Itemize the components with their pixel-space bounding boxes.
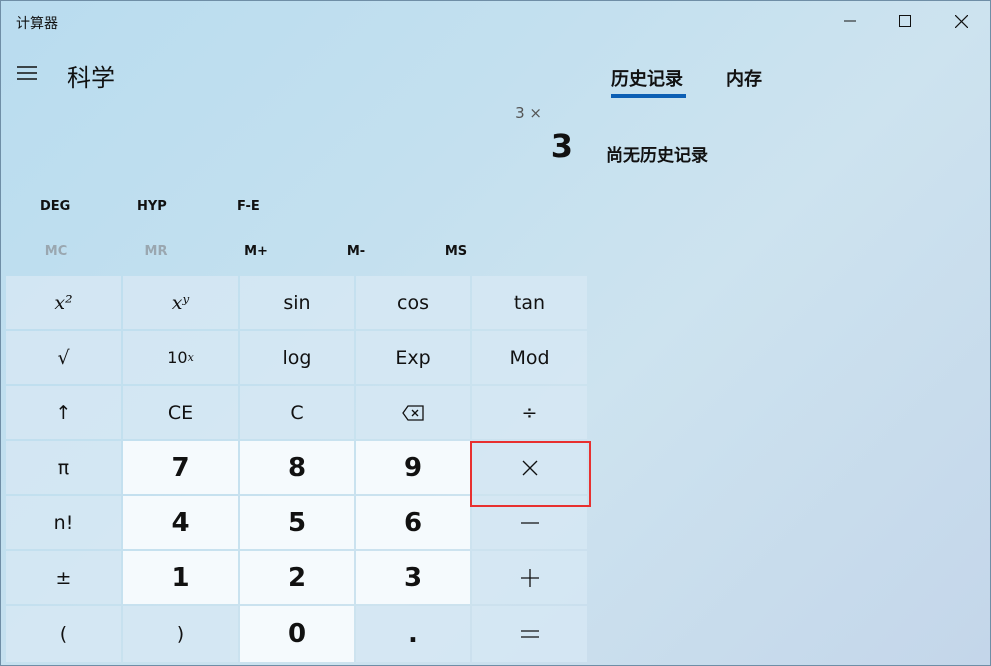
minus-icon: [520, 521, 539, 524]
result-display: 3: [550, 127, 573, 165]
ten-power-exponent: x: [187, 351, 194, 364]
close-icon: [954, 14, 968, 28]
plus-icon: [520, 568, 539, 587]
tab-history[interactable]: 历史记录: [611, 65, 683, 91]
active-tab-indicator: [611, 94, 686, 98]
multiply-button[interactable]: [472, 441, 587, 494]
calculator-window: 计算器 科学 3 × 3 历史记录 内存 尚无历史记录 DEG HYP F-E …: [0, 0, 991, 666]
sin-button[interactable]: sin: [240, 276, 354, 329]
digit-3-button[interactable]: 3: [356, 551, 470, 604]
memory-subtract-button[interactable]: M-: [347, 244, 365, 259]
maximize-button[interactable]: [879, 1, 931, 41]
power-button[interactable]: xʸ: [123, 276, 238, 329]
history-empty-message: 尚无历史记录: [606, 146, 708, 166]
left-paren-button[interactable]: (: [6, 606, 121, 662]
digit-7-button[interactable]: 7: [123, 441, 238, 494]
title-bar: 计算器: [1, 1, 990, 41]
memory-recall-button[interactable]: MR: [145, 244, 168, 259]
equals-button[interactable]: [472, 606, 587, 662]
app-title: 计算器: [16, 16, 58, 32]
mod-button[interactable]: Mod: [472, 331, 587, 384]
ten-power-button[interactable]: 10 x: [123, 331, 238, 384]
expression-display: 3 ×: [515, 104, 542, 122]
hyp-button[interactable]: HYP: [137, 199, 167, 214]
digit-4-button[interactable]: 4: [123, 496, 238, 549]
factorial-button[interactable]: n!: [6, 496, 121, 549]
square-button[interactable]: x²: [6, 276, 121, 329]
tan-button[interactable]: tan: [472, 276, 587, 329]
digit-2-button[interactable]: 2: [240, 551, 354, 604]
digit-5-button[interactable]: 5: [240, 496, 354, 549]
add-button[interactable]: [472, 551, 587, 604]
fe-button[interactable]: F-E: [237, 199, 260, 214]
second-function-button[interactable]: ↑: [6, 386, 121, 439]
right-paren-button[interactable]: ): [123, 606, 238, 662]
equals-icon: [520, 630, 539, 638]
memory-store-button[interactable]: MS: [445, 244, 467, 259]
digit-9-button[interactable]: 9: [356, 441, 470, 494]
backspace-icon: [402, 404, 424, 421]
decimal-button[interactable]: .: [356, 606, 470, 662]
digit-1-button[interactable]: 1: [123, 551, 238, 604]
digit-8-button[interactable]: 8: [240, 441, 354, 494]
mode-title: 科学: [67, 64, 115, 92]
backspace-button[interactable]: [356, 386, 470, 439]
pi-button[interactable]: π: [6, 441, 121, 494]
subtract-button[interactable]: [472, 496, 587, 549]
digit-0-button[interactable]: 0: [240, 606, 354, 662]
square-root-button[interactable]: √: [6, 331, 121, 384]
keypad: x² xʸ sin cos tan √ 10 x log Exp Mod ↑ CE…: [6, 276, 588, 663]
minimize-icon: [844, 20, 856, 22]
exp-button[interactable]: Exp: [356, 331, 470, 384]
clear-button[interactable]: C: [240, 386, 354, 439]
minimize-button[interactable]: [824, 1, 876, 41]
close-button[interactable]: [935, 1, 987, 41]
ten-power-base: 10: [167, 348, 188, 367]
log-button[interactable]: log: [240, 331, 354, 384]
clear-entry-button[interactable]: CE: [123, 386, 238, 439]
multiply-icon: [522, 460, 537, 475]
tab-memory[interactable]: 内存: [726, 65, 762, 91]
negate-button[interactable]: ±: [6, 551, 121, 604]
cos-button[interactable]: cos: [356, 276, 470, 329]
maximize-icon: [899, 15, 911, 27]
digit-6-button[interactable]: 6: [356, 496, 470, 549]
divide-button[interactable]: ÷: [472, 386, 587, 439]
hamburger-menu-icon[interactable]: [15, 63, 39, 83]
memory-add-button[interactable]: M+: [244, 244, 268, 259]
deg-button[interactable]: DEG: [40, 199, 70, 214]
memory-clear-button[interactable]: MC: [45, 244, 67, 259]
